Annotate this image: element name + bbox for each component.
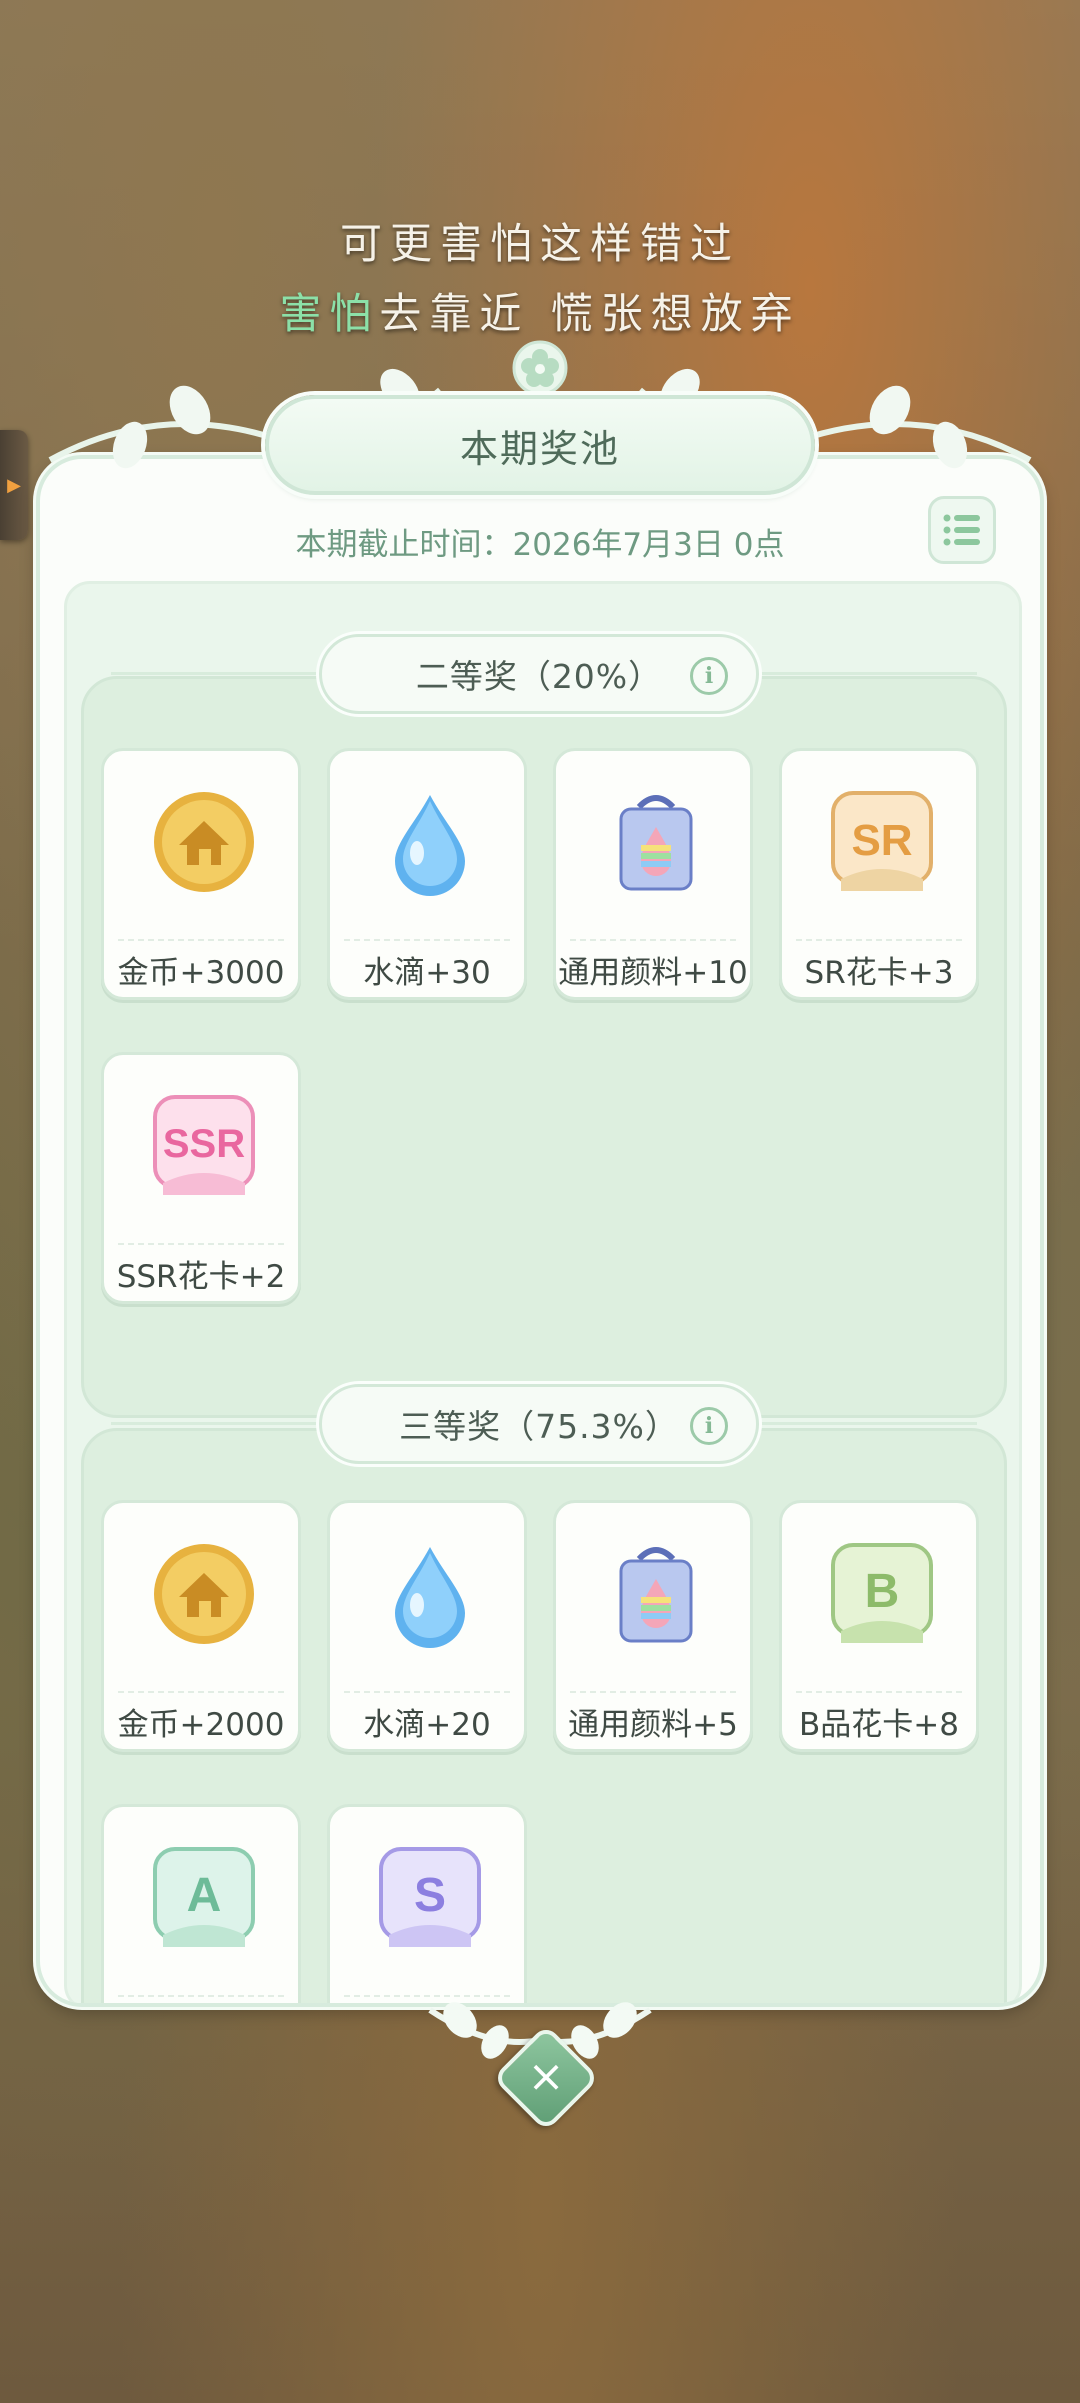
- prize-card[interactable]: S: [327, 1804, 527, 2003]
- prize-label: SSR花卡+2: [116, 1259, 286, 1295]
- ssr-flower-card-icon: SSR: [153, 1095, 255, 1195]
- prize-label: 通用颜料+10: [558, 955, 748, 991]
- info-icon[interactable]: i: [690, 657, 728, 695]
- card-badge-text: A: [187, 1869, 222, 1922]
- chevron-right-icon: ▶: [7, 474, 21, 496]
- paint-bucket-icon: [619, 795, 693, 891]
- flower-emblem-icon: [512, 340, 568, 396]
- side-expand-tab[interactable]: ▶: [0, 430, 28, 540]
- lyric-line-1: 可更害怕这样错过: [339, 219, 740, 268]
- prize-label: SR花卡+3: [804, 955, 954, 991]
- prize-label: 水滴+30: [363, 955, 491, 991]
- close-icon: ×: [527, 2051, 565, 2102]
- prize-card[interactable]: 通用颜料+10: [553, 748, 753, 1000]
- sr-flower-card-icon: SR: [831, 791, 933, 891]
- prize-label: 水滴+20: [363, 1707, 491, 1743]
- prize-label: 通用颜料+5: [568, 1707, 738, 1743]
- prize-card[interactable]: B B品花卡+8: [779, 1500, 979, 1752]
- s-flower-card-icon: S: [379, 1847, 481, 1947]
- list-icon: [943, 514, 980, 546]
- tier-third-header: 三等奖（75.3%） i: [81, 1384, 1007, 1464]
- card-badge-text: SSR: [163, 1122, 245, 1166]
- prize-card[interactable]: 水滴+20: [327, 1500, 527, 1752]
- prize-card[interactable]: 金币+2000: [101, 1500, 301, 1752]
- panel-title: 本期奖池: [459, 426, 620, 471]
- water-drop-icon: [395, 1547, 465, 1648]
- tier-second-header: 二等奖（20%） i: [81, 634, 1007, 714]
- deadline-text: 本期截止时间：2026年7月3日 0点: [295, 527, 785, 563]
- gold-coin-icon: [154, 1544, 254, 1644]
- b-flower-card-icon: B: [831, 1543, 933, 1643]
- prize-card[interactable]: A: [101, 1804, 301, 2003]
- card-badge-text: SR: [851, 816, 912, 865]
- tier-third-label: 三等奖（75.3%）: [399, 1407, 679, 1446]
- a-flower-card-icon: A: [153, 1847, 255, 1947]
- prize-list[interactable]: 二等奖（20%） i 金币+3000 水滴+30 通用颜料+10 SR SR花卡…: [64, 581, 1022, 2003]
- prize-pool-panel: 本期截止时间：2026年7月3日 0点 二等奖（20%） i 金币+3000 水…: [36, 455, 1044, 2007]
- prize-label: 金币+2000: [117, 1707, 285, 1743]
- tier-second-label: 二等奖（20%）: [415, 657, 663, 696]
- prize-label: 金币+3000: [117, 955, 285, 991]
- tier-second-label-plate: 二等奖（20%） i: [319, 634, 759, 714]
- gold-coin-icon: [154, 792, 254, 892]
- prize-card[interactable]: SSR SSR花卡+2: [101, 1052, 301, 1304]
- tier-third-label-plate: 三等奖（75.3%） i: [319, 1384, 759, 1464]
- prize-card[interactable]: 金币+3000: [101, 748, 301, 1000]
- prize-card[interactable]: 通用颜料+5: [553, 1500, 753, 1752]
- prize-label: B品花卡+8: [799, 1707, 959, 1743]
- panel-title-plate: 本期奖池: [265, 395, 815, 495]
- info-icon[interactable]: i: [690, 1407, 728, 1445]
- prize-card[interactable]: SR SR花卡+3: [779, 748, 979, 1000]
- list-details-button[interactable]: [928, 496, 996, 564]
- paint-bucket-icon: [619, 1547, 693, 1643]
- card-badge-text: B: [865, 1565, 900, 1618]
- prize-card[interactable]: 水滴+30: [327, 748, 527, 1000]
- card-badge-text: S: [414, 1869, 446, 1922]
- water-drop-icon: [395, 795, 465, 896]
